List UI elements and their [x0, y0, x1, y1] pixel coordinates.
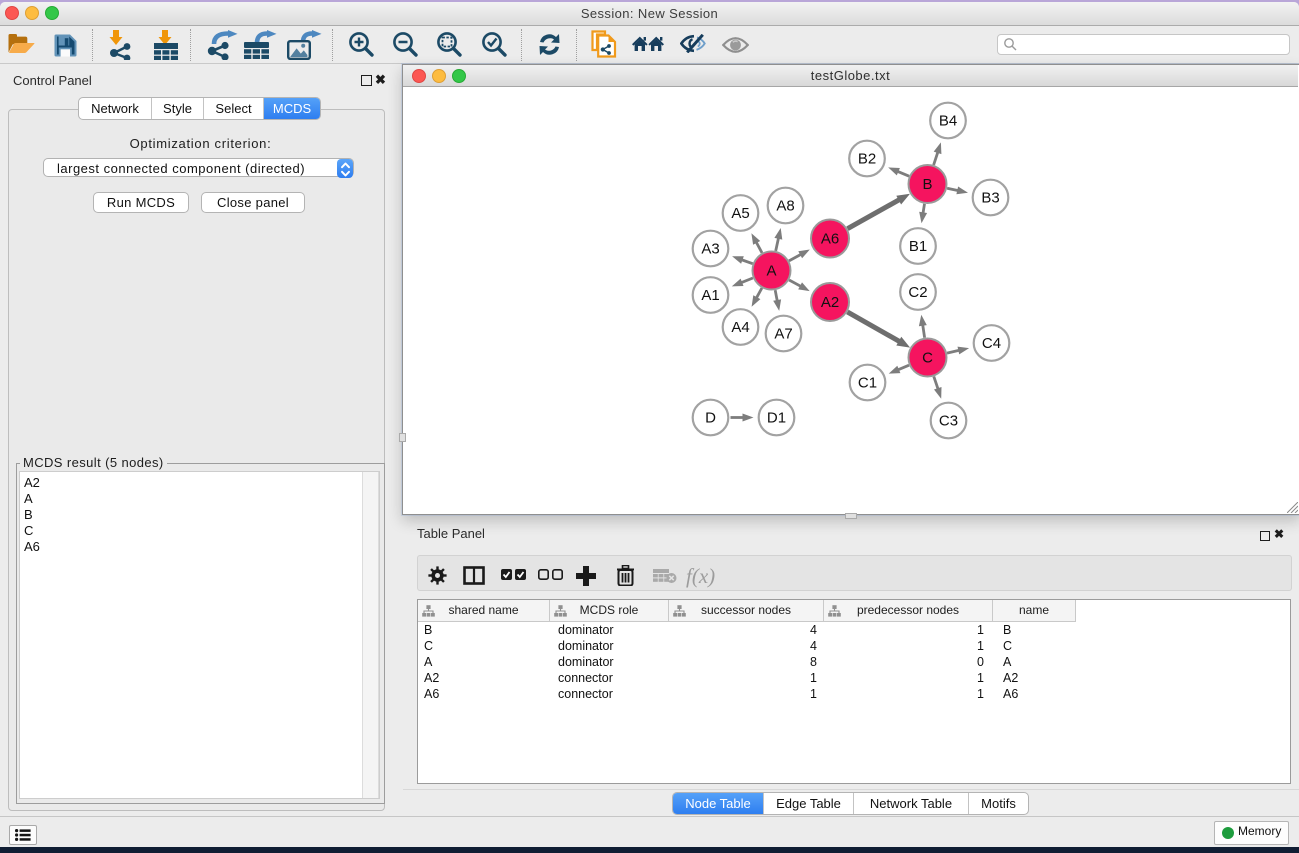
svg-text:C4: C4 [982, 335, 1001, 352]
svg-text:C2: C2 [908, 284, 927, 301]
svg-text:A: A [766, 263, 776, 280]
svg-text:B4: B4 [939, 113, 957, 130]
svg-text:A5: A5 [731, 205, 749, 222]
svg-text:A6: A6 [821, 231, 839, 248]
svg-text:A4: A4 [731, 319, 749, 336]
svg-text:B1: B1 [909, 238, 927, 255]
svg-text:A7: A7 [774, 326, 792, 343]
svg-text:C1: C1 [858, 375, 877, 392]
svg-text:A8: A8 [776, 198, 794, 215]
svg-text:B3: B3 [981, 190, 999, 207]
svg-text:C3: C3 [939, 413, 958, 430]
svg-text:B2: B2 [858, 151, 876, 168]
svg-text:D1: D1 [767, 410, 786, 427]
svg-text:A3: A3 [701, 241, 719, 258]
svg-text:A1: A1 [701, 287, 719, 304]
svg-text:B: B [922, 176, 932, 193]
svg-text:C: C [922, 350, 933, 367]
svg-text:A2: A2 [821, 294, 839, 311]
svg-text:D: D [705, 410, 716, 427]
